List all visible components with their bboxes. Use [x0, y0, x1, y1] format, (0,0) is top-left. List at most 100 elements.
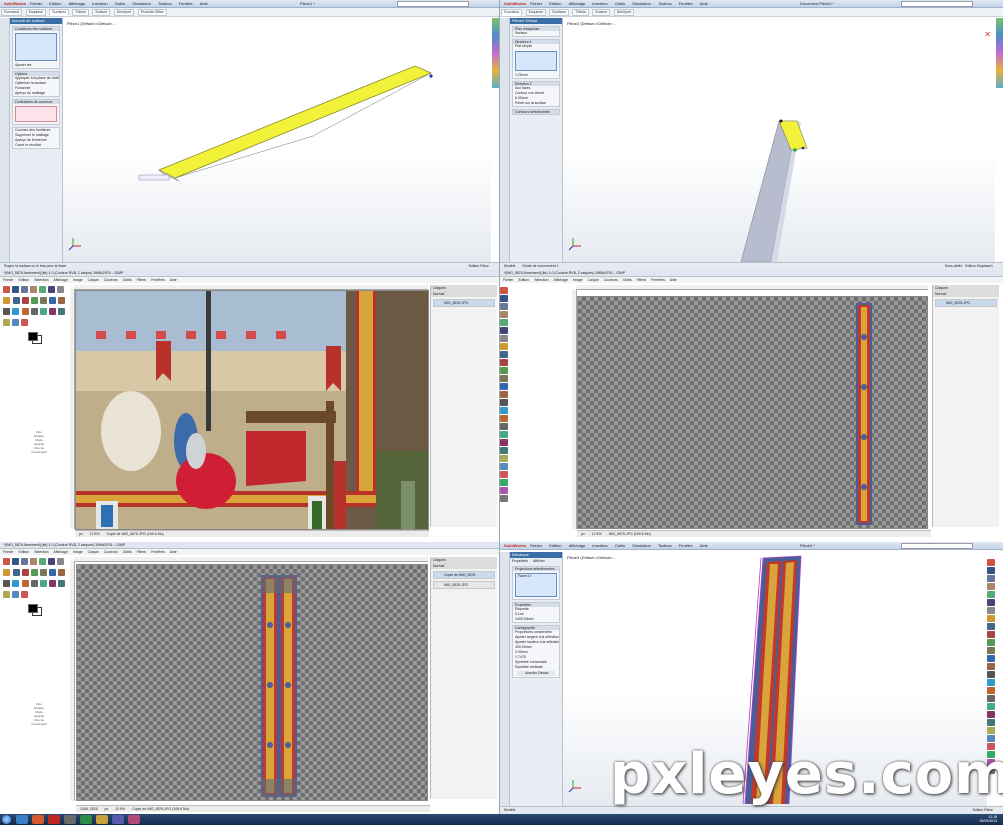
selection-list[interactable]	[15, 33, 57, 61]
close-icon[interactable]: ✕	[984, 30, 991, 39]
menu-outils[interactable]: Outils	[115, 1, 125, 6]
menu-calque[interactable]: Calque	[88, 278, 99, 282]
image-canvas[interactable]	[577, 296, 928, 529]
menu-insertion[interactable]: Insertion	[92, 1, 107, 6]
app-icon[interactable]	[112, 815, 124, 824]
direction-option[interactable]: Plat simple	[513, 44, 559, 49]
menu-fichier[interactable]: Fichier	[30, 1, 42, 6]
menu-calque[interactable]: Calque	[88, 550, 99, 554]
menu-fenetre[interactable]: Fenêtre	[679, 543, 693, 548]
menu-image[interactable]: Image	[73, 550, 83, 554]
task-pane-tabs[interactable]	[492, 18, 499, 88]
app-icon[interactable]	[80, 815, 92, 824]
menu-aide[interactable]: Aide	[670, 278, 677, 282]
adjust-button[interactable]: Ajuster les	[13, 63, 59, 68]
menu-fenetre[interactable]: Fenêtre	[179, 1, 193, 6]
menu-fenetres[interactable]: Fenêtres	[151, 278, 165, 282]
tab-esquisse[interactable]: Esquisse	[525, 9, 546, 16]
menu-affichage[interactable]: Affichage	[53, 278, 68, 282]
tab-evaluer[interactable]: Evaluer	[92, 9, 111, 16]
menu-affichage[interactable]: Affichage	[553, 278, 568, 282]
display-option[interactable]: Ouvrir le résultat	[13, 143, 59, 148]
menu-edition[interactable]: Edition	[519, 278, 530, 282]
feature-manager-strip[interactable]	[0, 18, 10, 262]
curvature-list[interactable]	[15, 106, 57, 122]
menu-aide[interactable]: Aide	[700, 543, 708, 548]
menu-insertion[interactable]: Insertion	[592, 543, 607, 548]
menu-filtres[interactable]: Filtres	[137, 550, 147, 554]
app-icon[interactable]	[96, 815, 108, 824]
selection-list[interactable]: Face<1>	[515, 573, 557, 597]
image-canvas[interactable]	[75, 290, 429, 530]
search-input[interactable]	[901, 543, 973, 549]
menu-edition[interactable]: Edition	[549, 543, 561, 548]
toolbox[interactable]	[2, 557, 72, 627]
tab-produits-office[interactable]: Produits Office	[137, 9, 167, 16]
menu-affichage[interactable]: Affichage	[69, 1, 86, 6]
color-swatch[interactable]	[28, 604, 42, 616]
menu-couleurs[interactable]: Couleurs	[104, 278, 118, 282]
menu-simulation[interactable]: Simulation	[132, 1, 151, 6]
unit-select[interactable]: px	[581, 532, 585, 536]
start-button[interactable]	[2, 815, 11, 824]
menu-edition[interactable]: Edition	[49, 1, 61, 6]
extruded-model[interactable]	[563, 18, 995, 262]
zoom-select[interactable]: 12.5%	[90, 532, 100, 536]
menu-affichage[interactable]: Affichage	[53, 550, 68, 554]
menu-fichier[interactable]: Fichier	[3, 278, 14, 282]
menu-image[interactable]: Image	[73, 278, 83, 282]
menu-calque[interactable]: Calque	[588, 278, 599, 282]
tab-fonctions[interactable]: Fonctions	[1, 9, 23, 16]
menu-toolbox[interactable]: Toolbox	[158, 1, 172, 6]
layer-row[interactable]: IMG_5876.JPG	[935, 299, 997, 307]
menu-selection[interactable]: Sélection	[34, 550, 48, 554]
menu-edition[interactable]: Edition	[19, 278, 30, 282]
search-input[interactable]	[901, 1, 973, 7]
menu-filtres[interactable]: Filtres	[137, 278, 147, 282]
option-checkbox[interactable]: Aperçu du maillage	[13, 91, 59, 96]
menu-edition[interactable]: Edition	[549, 1, 561, 6]
menu-outils[interactable]: Outils	[123, 278, 132, 282]
color-swatch[interactable]	[28, 332, 42, 344]
tab-dimxpert[interactable]: DimXpert	[613, 9, 635, 16]
image-canvas[interactable]	[76, 564, 428, 801]
graphics-area[interactable]: Pièce2 (Défaut<<Défaut>...	[563, 18, 995, 262]
solidworks-icon[interactable]	[48, 815, 60, 824]
unit-select[interactable]: px	[79, 532, 83, 536]
menu-outils[interactable]: Outils	[615, 543, 625, 548]
menu-fichier[interactable]: Fichier	[530, 543, 542, 548]
menu-aide[interactable]: Aide	[700, 1, 708, 6]
menu-affichage[interactable]: Affichage	[569, 543, 586, 548]
menu-toolbox[interactable]: Toolbox	[658, 543, 672, 548]
value-field[interactable]: 1000.00mm	[513, 617, 559, 622]
tab-surfaces[interactable]: Surfaces	[549, 9, 569, 16]
layer-mode[interactable]: Normal	[431, 563, 497, 569]
tab-fonctions[interactable]: Fonctions	[501, 9, 523, 16]
dimension-value[interactable]: 1.25mm	[513, 73, 559, 78]
checkbox[interactable]: Symétrie verticale	[513, 665, 559, 670]
layer-row[interactable]: IMG_5876.JPG	[433, 299, 495, 307]
layer-row[interactable]: Copie de IMG_5876	[433, 571, 495, 579]
menu-selection[interactable]: Sélection	[534, 278, 548, 282]
tab-esquisse[interactable]: Esquisse	[25, 9, 46, 16]
motion-tab[interactable]: Etude de mouvement 1	[522, 264, 558, 268]
tab-display[interactable]: Afficher	[533, 559, 545, 563]
menu-selection[interactable]: Sélection	[34, 278, 48, 282]
menu-insertion[interactable]: Insertion	[592, 1, 607, 6]
tab-dimxpert[interactable]: DimXpert	[113, 9, 135, 16]
menu-fenetres[interactable]: Fenêtres	[151, 550, 165, 554]
zoom-select[interactable]: 12.5%	[592, 532, 602, 536]
app-icon[interactable]	[128, 815, 140, 824]
menu-outils[interactable]: Outils	[615, 1, 625, 6]
menu-filtres[interactable]: Filtres	[637, 278, 647, 282]
menu-fenetre[interactable]: Fenêtre	[679, 1, 693, 6]
menu-fichier[interactable]: Fichier	[3, 550, 14, 554]
tab-surfaces[interactable]: Surfaces	[49, 9, 69, 16]
surface-model[interactable]	[63, 18, 492, 262]
menu-image[interactable]: Image	[573, 278, 583, 282]
menu-toolbox[interactable]: Toolbox	[658, 1, 672, 6]
menu-aide[interactable]: Aide	[170, 278, 177, 282]
zoom-select[interactable]: 12.5%	[115, 807, 125, 811]
feature-manager-strip[interactable]	[500, 18, 510, 262]
tab-evaluer[interactable]: Evaluer	[592, 9, 611, 16]
